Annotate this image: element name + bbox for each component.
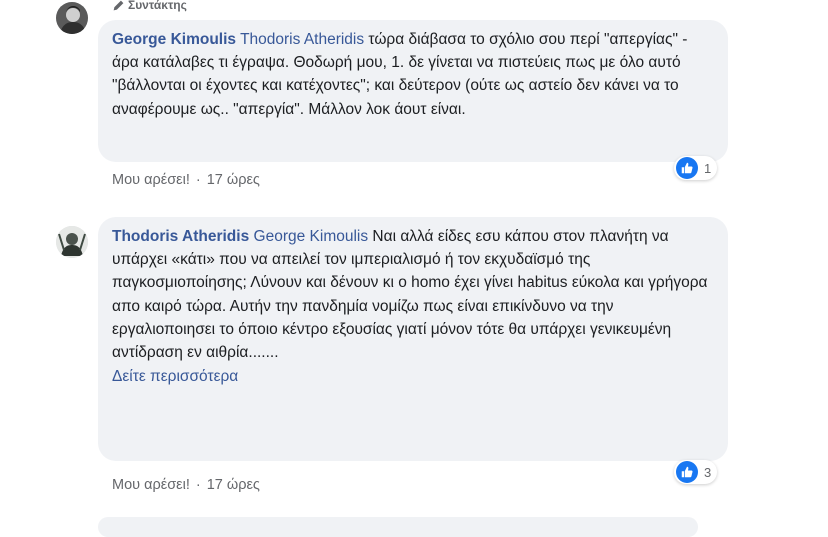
pencil-icon <box>113 0 124 10</box>
role-label: Συντάκτης <box>128 0 187 12</box>
avatar-image <box>56 2 88 34</box>
reaction-summary[interactable]: 1 <box>674 156 718 180</box>
comment-actions: Μου αρέσει! · 17 ώρες <box>112 477 260 493</box>
avatar-george-kimoulis[interactable] <box>56 2 88 34</box>
like-action[interactable]: Μου αρέσει! <box>112 172 190 188</box>
comment-bubble: Thodoris Atheridis George Kimoulis Ναι α… <box>98 217 728 461</box>
separator: · <box>195 172 201 188</box>
reaction-count: 1 <box>704 160 712 176</box>
comment-author-name[interactable]: Thodoris Atheridis <box>112 228 249 245</box>
like-icon <box>676 157 698 179</box>
comment-actions: Μου αρέσει! · 17 ώρες <box>112 172 260 188</box>
mention-link[interactable]: Thodoris Atheridis <box>240 31 364 48</box>
comment-bubble: George Kimoulis Thodoris Atheridis τώρα … <box>98 20 728 162</box>
avatar-thodoris-atheridis[interactable] <box>56 226 88 258</box>
comment-author-name[interactable]: George Kimoulis <box>112 31 236 48</box>
comment-text: Ναι αλλά είδες εσυ κάπου στον πλανήτη να… <box>112 228 708 362</box>
reaction-summary[interactable]: 3 <box>674 460 718 484</box>
comment-timestamp[interactable]: 17 ώρες <box>207 172 260 188</box>
separator: · <box>195 477 201 493</box>
mention-link[interactable]: George Kimoulis <box>254 228 369 245</box>
like-icon <box>676 461 698 483</box>
see-more-link[interactable]: Δείτε περισσότερα <box>112 366 714 388</box>
comment-body: Thodoris Atheridis George Kimoulis Ναι α… <box>112 225 714 364</box>
next-comment-bubble <box>98 517 698 537</box>
like-action[interactable]: Μου αρέσει! <box>112 477 190 493</box>
reaction-count: 3 <box>704 464 712 480</box>
comment-body: George Kimoulis Thodoris Atheridis τώρα … <box>112 28 714 121</box>
avatar-image <box>56 226 88 258</box>
author-role-badge: Συντάκτης <box>112 0 187 12</box>
comment-timestamp[interactable]: 17 ώρες <box>207 477 260 493</box>
